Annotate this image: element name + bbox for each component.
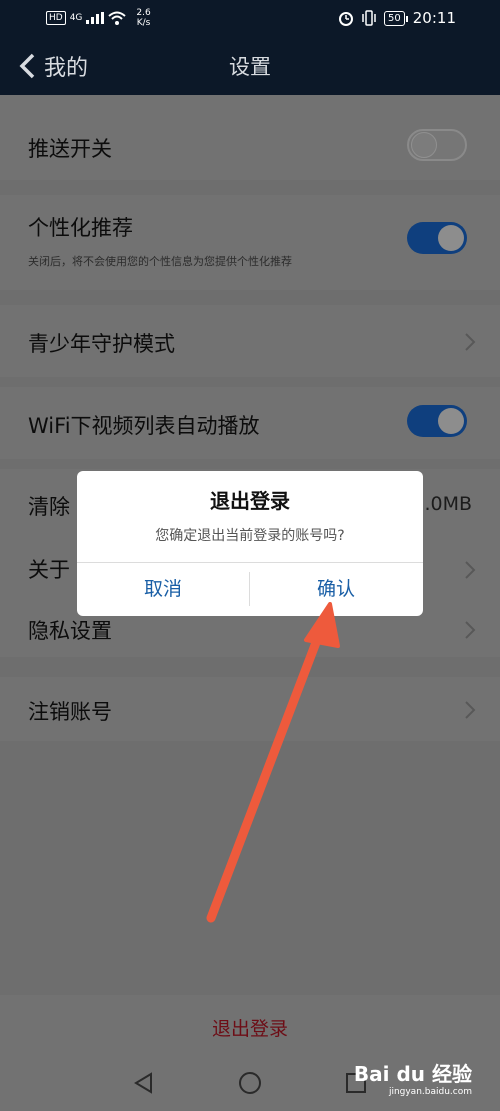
network-type: 4G (69, 13, 83, 23)
toggle-knob (438, 225, 464, 251)
personalized-toggle-switch[interactable] (407, 222, 467, 254)
wifi-icon (108, 11, 127, 25)
setting-label: 关于 (28, 558, 70, 582)
setting-push-notifications[interactable]: 推送开关 (0, 95, 500, 180)
setting-subtitle: 关闭后，将不会使用您的个性信息为您提供个性化推荐 (28, 255, 292, 268)
net-speed: 2.6 K/s (136, 8, 150, 28)
cancel-button[interactable]: 取消 (77, 563, 249, 616)
setting-teen-protection-mode[interactable]: 青少年守护模式 (0, 305, 500, 377)
logout-button[interactable]: 退出登录 (0, 995, 500, 1055)
chevron-right-icon (465, 333, 476, 351)
setting-wifi-autoplay[interactable]: WiFi下视频列表自动播放 (0, 387, 500, 459)
logout-label: 退出登录 (211, 1018, 288, 1040)
net-speed-value: 2.6 (136, 8, 151, 18)
toggle-knob (411, 132, 437, 158)
net-speed-unit: K/s (136, 18, 151, 28)
baidu-watermark: Bai du 经验 jingyan.baidu.com (354, 1058, 472, 1097)
setting-label: 推送开关 (28, 137, 112, 161)
vibrate-icon (362, 10, 376, 26)
setting-label: 个性化推荐 (28, 216, 133, 240)
signal-icon (86, 12, 105, 24)
status-bar: HD 4G 2.6 K/s 50 20:11 (0, 0, 500, 36)
app-header: 我的 设置 (0, 36, 500, 95)
hd-badge: HD (46, 11, 66, 25)
dialog-message: 您确定退出当前登录的账号吗? (155, 528, 345, 544)
setting-label: 注销账号 (28, 700, 112, 724)
nav-home-icon[interactable] (238, 1071, 262, 1095)
nav-back-icon[interactable] (131, 1071, 155, 1095)
page-title: 设置 (229, 55, 271, 79)
dialog-title: 退出登录 (210, 489, 290, 513)
logout-confirm-dialog: 退出登录 您确定退出当前登录的账号吗? 取消 确认 (77, 471, 423, 616)
status-right: 50 20:11 (338, 9, 456, 27)
watermark-brand: Bai du 经验 (353, 1062, 472, 1086)
setting-label: 青少年守护模式 (28, 332, 175, 356)
setting-label: 隐私设置 (28, 619, 112, 643)
push-toggle-switch[interactable] (407, 129, 467, 161)
setting-personalized-recommendation[interactable]: 个性化推荐 关闭后，将不会使用您的个性信息为您提供个性化推荐 (0, 195, 500, 290)
setting-label: 清除 (28, 495, 70, 519)
cache-size: .0MB (424, 493, 472, 515)
battery-icon: 50 (384, 10, 408, 26)
chevron-right-icon (465, 621, 476, 639)
wifi-autoplay-toggle-switch[interactable] (407, 405, 467, 437)
setting-deactivate-account[interactable]: 注销账号 (0, 677, 500, 741)
confirm-button[interactable]: 确认 (250, 563, 422, 616)
watermark-url: jingyan.baidu.com (388, 1087, 472, 1097)
clock: 20:11 (412, 9, 456, 27)
chevron-right-icon (465, 701, 476, 719)
status-left: HD 4G 2.6 K/s (46, 8, 151, 28)
setting-label: WiFi下视频列表自动播放 (28, 414, 260, 438)
chevron-right-icon (465, 561, 476, 579)
toggle-knob (438, 408, 464, 434)
alarm-icon (339, 12, 354, 26)
